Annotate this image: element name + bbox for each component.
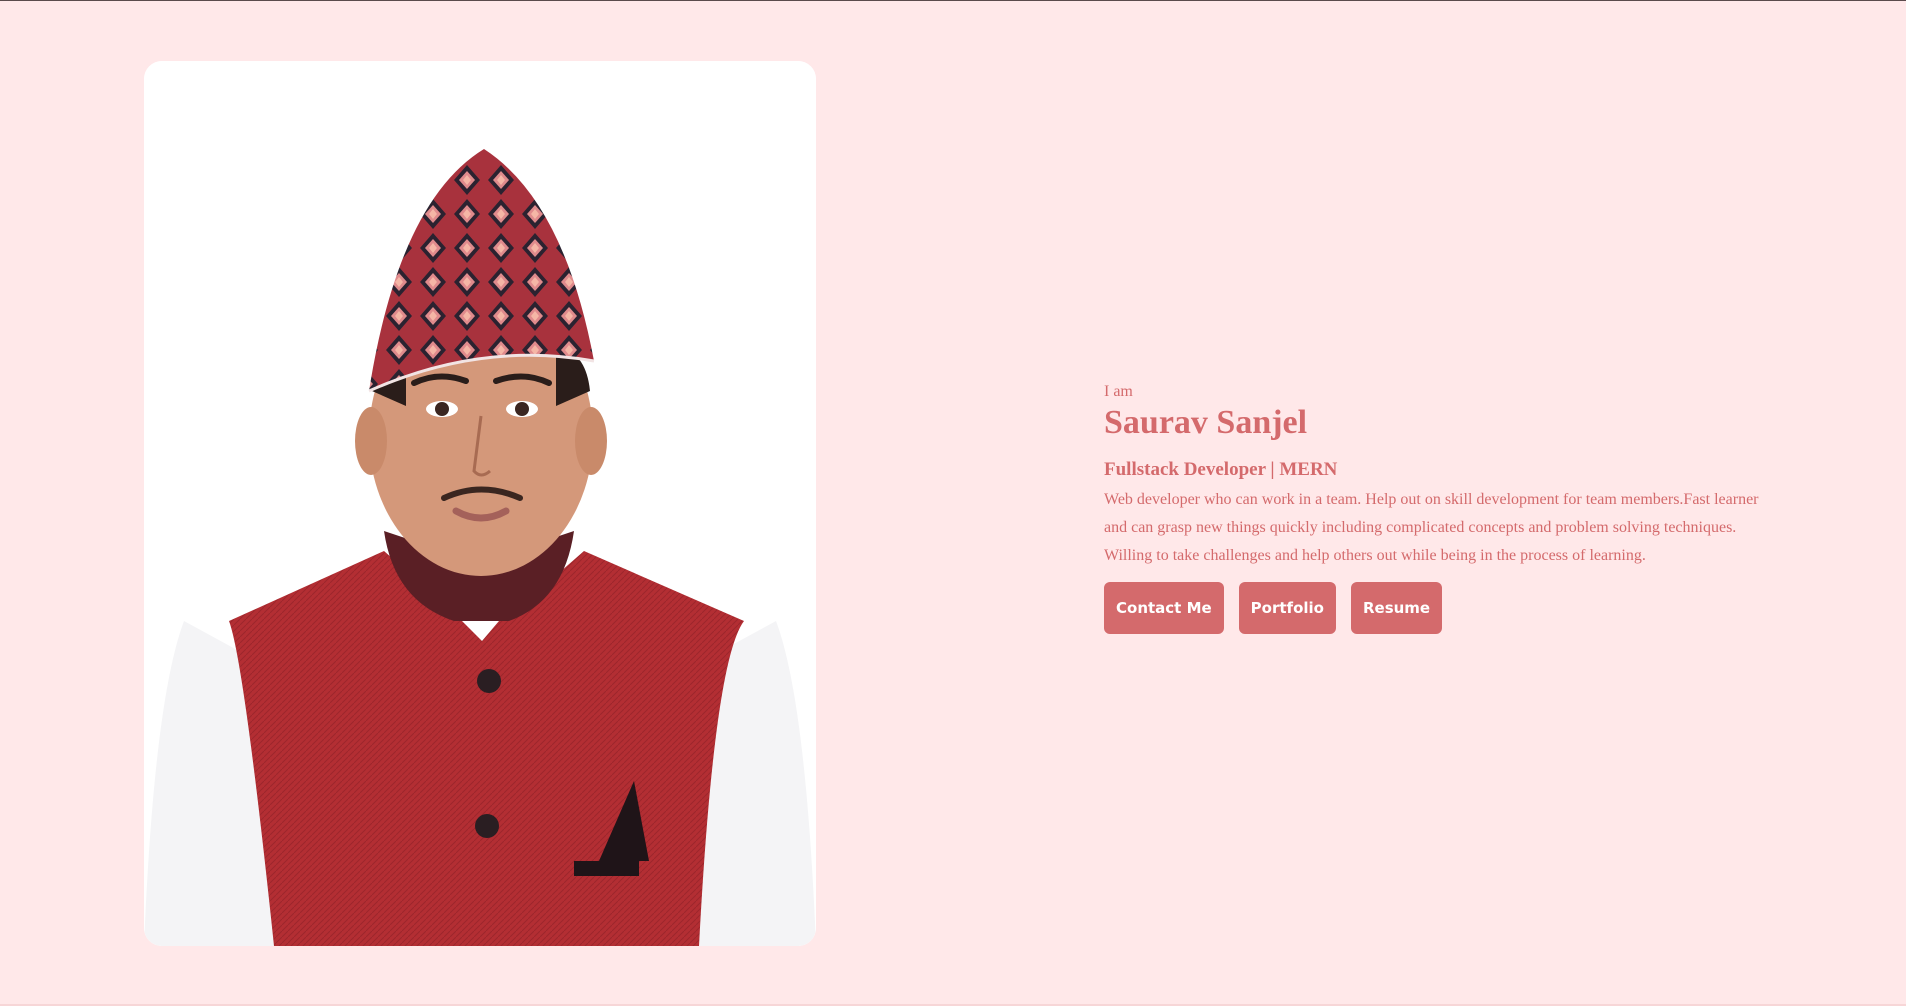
person-name: Saurav Sanjel [1104, 404, 1308, 441]
contact-me-button[interactable]: Contact Me [1104, 582, 1224, 634]
action-buttons: Contact Me Portfolio Resume [1104, 582, 1784, 634]
portfolio-button[interactable]: Portfolio [1238, 582, 1336, 634]
portrait-illustration [144, 61, 816, 946]
job-title: Fullstack Developer | MERN [1104, 459, 1338, 480]
bio-text: Web developer who can work in a team. He… [1104, 491, 1759, 564]
greeting-text: I am [1104, 383, 1133, 400]
intro-section: I am Saurav Sanjel Fullstack Developer |… [1104, 381, 1784, 634]
profile-photo [144, 61, 816, 946]
resume-button[interactable]: Resume [1350, 582, 1443, 634]
top-divider [0, 0, 1906, 1]
